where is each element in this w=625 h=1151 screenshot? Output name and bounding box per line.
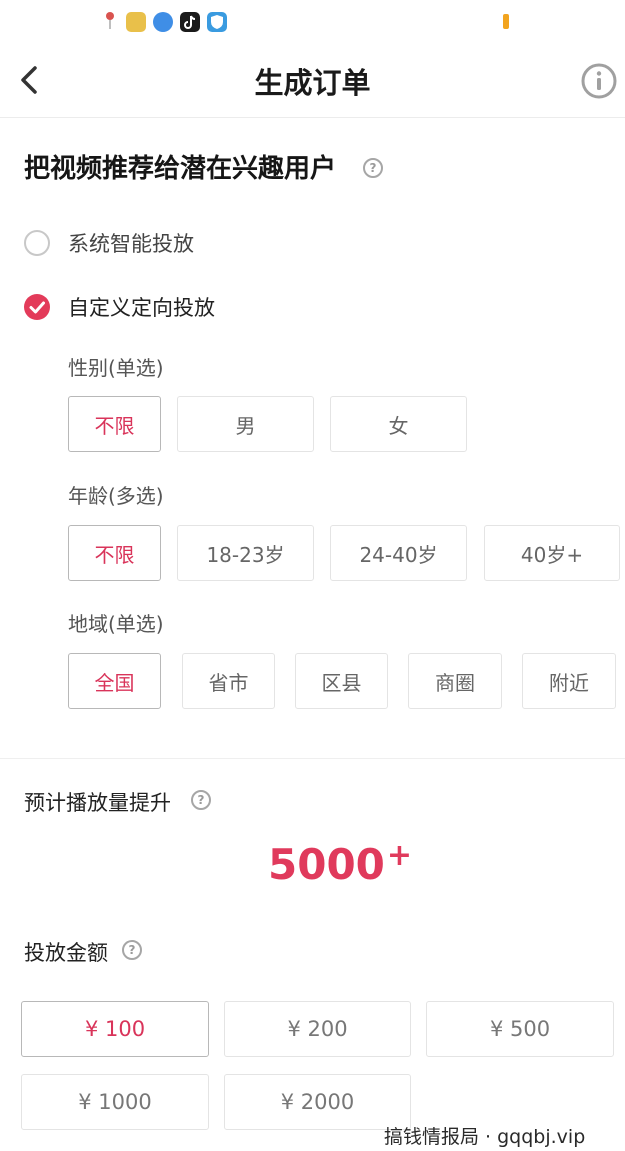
browser-app-icon [153,12,173,32]
shield-app-icon [207,12,227,32]
targeting-heading: 把视频推荐给潜在兴趣用户 [24,154,337,184]
estimate-suffix: + [386,838,413,873]
age-option-18-23[interactable]: 18-23岁 [177,525,314,581]
watermark: 搞钱情报局 · gqqbj.vip [384,1126,586,1148]
region-option-district[interactable]: 区县 [295,653,388,709]
gender-option-male[interactable]: 男 [177,396,314,452]
tiktok-app-icon [180,12,200,32]
amount-option-200[interactable]: ¥ 200 [224,1001,411,1057]
amount-option-500[interactable]: ¥ 500 [426,1001,614,1057]
info-icon [581,63,617,99]
region-option-national[interactable]: 全国 [68,653,161,709]
estimate-label: 预计播放量提升 [24,791,171,815]
amount-option-100[interactable]: ¥ 100 [21,1001,209,1057]
budget-label: 投放金额 [24,941,108,965]
question-circle-icon[interactable]: ? [363,158,383,178]
radio-checked-icon [24,294,50,320]
region-label: 地域(单选) [68,612,164,636]
estimate-value: 5000+ [268,841,412,886]
gender-option-any[interactable]: 不限 [68,396,161,452]
age-option-any[interactable]: 不限 [68,525,161,581]
amount-option-2000[interactable]: ¥ 2000 [224,1074,411,1130]
radio-smart-delivery-label: 系统智能投放 [68,232,194,256]
radio-custom-delivery-label: 自定义定向投放 [68,296,215,320]
nav-bar: 生成订单 [0,42,625,118]
amount-option-1000[interactable]: ¥ 1000 [21,1074,209,1130]
info-button[interactable] [580,62,618,100]
section-divider [0,758,625,759]
status-bar [0,0,625,42]
question-circle-icon[interactable]: ? [122,940,142,960]
page-title: 生成订单 [254,66,371,100]
radio-custom-delivery[interactable]: 自定义定向投放 [24,292,215,322]
battery-icon [503,14,509,29]
radio-unchecked-icon [24,230,50,256]
question-circle-icon[interactable]: ? [191,790,211,810]
age-option-24-40[interactable]: 24-40岁 [330,525,467,581]
gallery-app-icon [126,12,146,32]
radio-smart-delivery[interactable]: 系统智能投放 [24,228,194,258]
map-pin-icon [104,12,116,30]
region-option-province-city[interactable]: 省市 [182,653,275,709]
gender-option-female[interactable]: 女 [330,396,467,452]
estimate-number: 5000 [268,840,385,889]
gender-label: 性别(单选) [68,356,164,380]
age-option-40-plus[interactable]: 40岁+ [484,525,620,581]
age-label: 年龄(多选) [68,484,164,508]
region-option-business-area[interactable]: 商圈 [408,653,502,709]
region-option-nearby[interactable]: 附近 [522,653,616,709]
